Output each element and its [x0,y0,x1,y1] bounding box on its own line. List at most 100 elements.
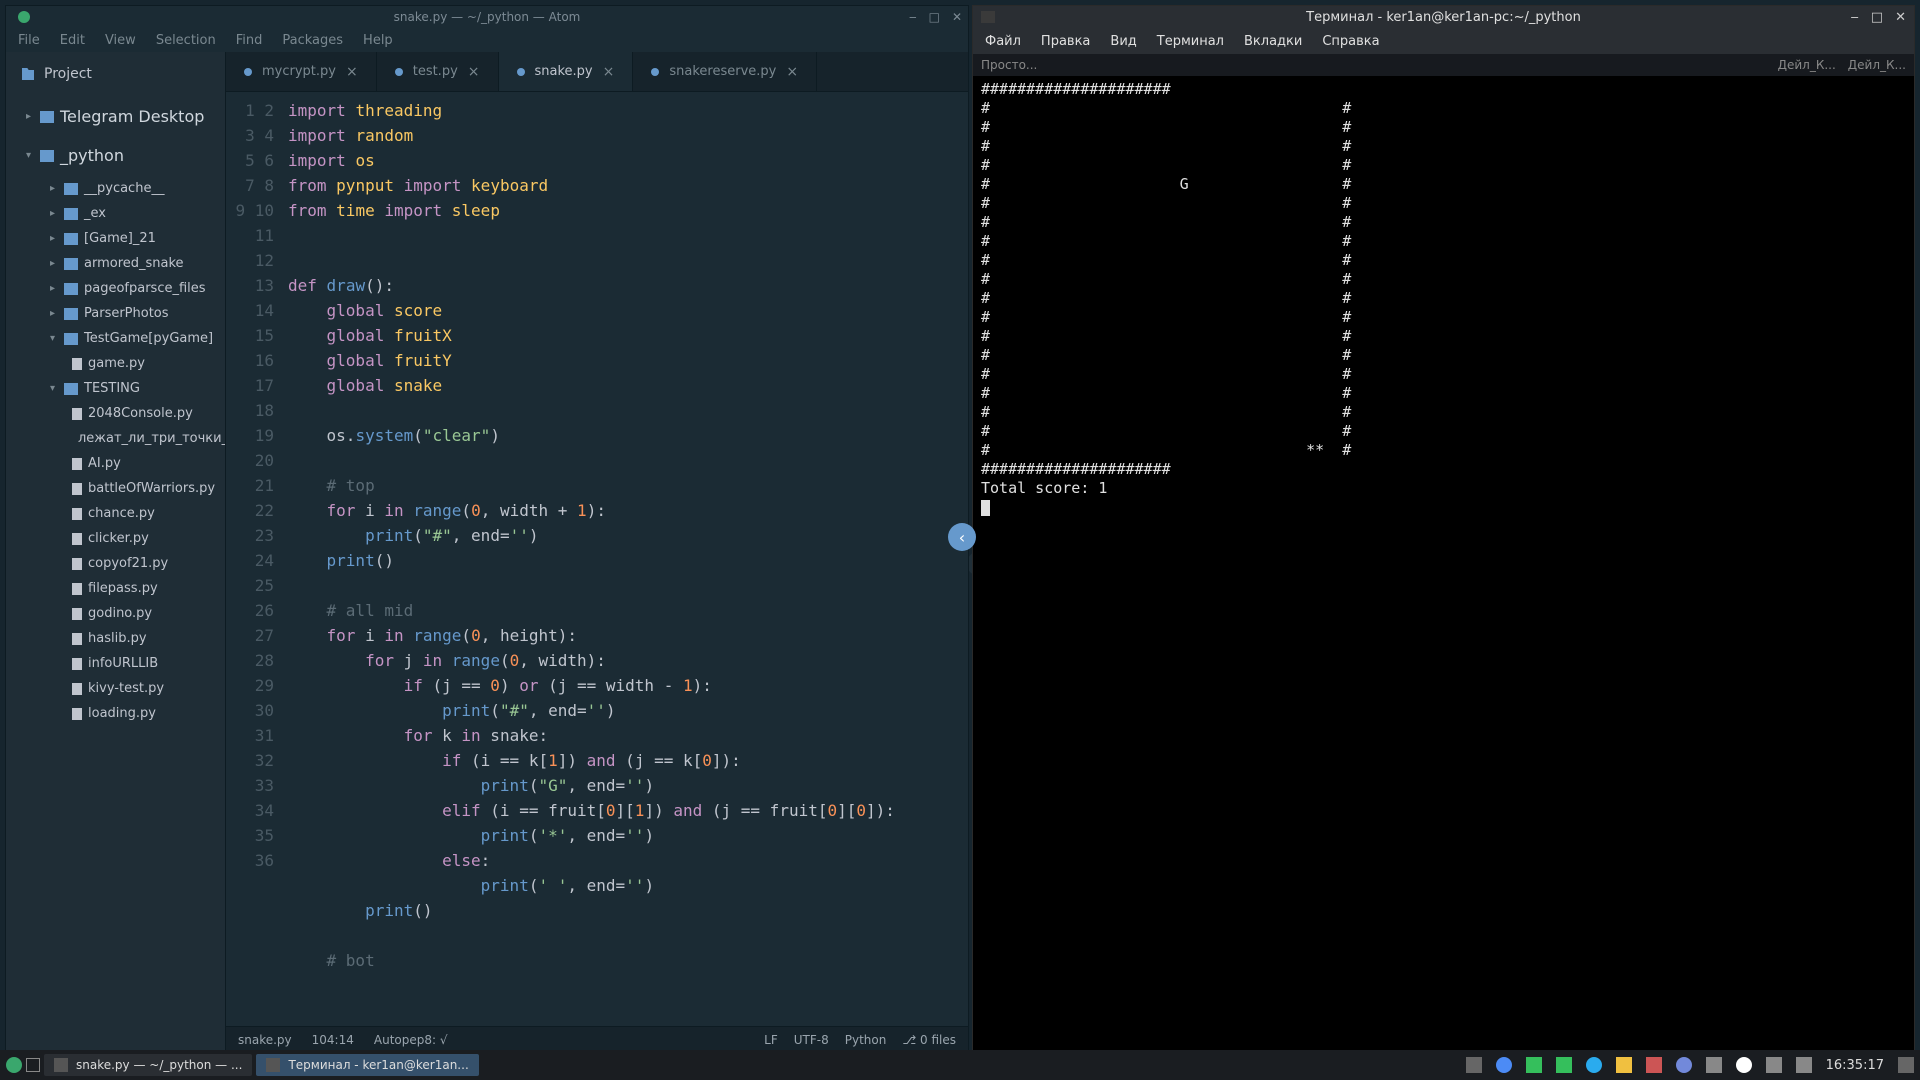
system-tray: 16:35:17 [1466,1057,1914,1073]
tray-update-icon[interactable] [1556,1057,1572,1073]
status-cursor-pos[interactable]: 104:14 [312,1033,354,1047]
modified-dot-icon [517,68,525,76]
tray-network-icon[interactable] [1766,1057,1782,1073]
taskbar-app-atom[interactable]: snake.py — ~/_python — ... [44,1054,252,1076]
tree-file[interactable]: battleOfWarriors.py [6,476,225,501]
tray-keyboard-icon[interactable] [1466,1057,1482,1073]
menu-selection[interactable]: Selection [156,33,216,48]
show-desktop-icon[interactable] [26,1058,40,1072]
tree-file[interactable]: clicker.py [6,526,225,551]
line-gutter: 1 2 3 4 5 6 7 8 9 10 11 12 13 14 15 16 1… [226,92,288,1026]
menu-packages[interactable]: Packages [282,33,343,48]
terminal-close-icon[interactable]: ✕ [1895,10,1906,25]
tray-manjaro-icon[interactable] [1526,1057,1542,1073]
atom-menubar: File Edit View Selection Find Packages H… [6,28,968,52]
terminal-titlebar[interactable]: Терминал - ker1an@ker1an-pc:~/_python ‒ … [973,6,1914,28]
tree-file[interactable]: 2048Console.py [6,401,225,426]
menu-file[interactable]: File [18,33,40,48]
tree-folder-testing[interactable]: ▾TESTING [6,376,225,401]
terminal-session-tab[interactable]: Просто... [981,58,1037,72]
tray-battery-icon[interactable] [1706,1057,1722,1073]
tray-volume-icon[interactable] [1796,1057,1812,1073]
status-autopep[interactable]: Autopep8: √ [374,1033,448,1047]
close-icon[interactable]: × [786,64,798,80]
tray-notifications-icon[interactable] [1898,1057,1914,1073]
menu-edit[interactable]: Edit [60,33,85,48]
tree-file[interactable]: godino.py [6,601,225,626]
atom-close-icon[interactable]: ✕ [952,10,962,24]
tree-folder[interactable]: ▸pageofparsce_files [6,276,225,301]
term-menu-edit[interactable]: Правка [1041,34,1090,49]
atom-icon [54,1058,68,1072]
term-menu-view[interactable]: Вид [1110,34,1136,49]
tree-file[interactable]: game.py [6,351,225,376]
taskbar-app-terminal[interactable]: Терминал - ker1an@ker1an... [256,1054,478,1076]
terminal-session-tab[interactable]: Дейл_К... [1778,58,1836,72]
menu-help[interactable]: Help [363,33,393,48]
terminal-app-icon [981,11,995,23]
atom-maximize-icon[interactable]: □ [929,10,940,24]
tree-file[interactable]: filepass.py [6,576,225,601]
atom-github-collapse-icon[interactable]: ‹ [948,523,976,551]
project-header[interactable]: Project [6,56,225,92]
menu-find[interactable]: Find [236,33,263,48]
atom-project-sidebar: Project ▸Telegram Desktop ▾_python ▸__py… [6,52,226,1052]
term-menu-file[interactable]: Файл [985,34,1021,49]
modified-dot-icon [651,68,659,76]
atom-app-icon [18,11,30,23]
terminal-output[interactable]: ##################### # # # # # # # # # [973,76,1914,1052]
tab-snake[interactable]: snake.py× [499,52,634,91]
terminal-window-title: Терминал - ker1an@ker1an-pc:~/_python [1306,10,1581,25]
menu-view[interactable]: View [105,33,136,48]
tree-file[interactable]: copyof21.py [6,551,225,576]
status-git[interactable]: ⎇ 0 files [902,1033,956,1047]
terminal-cursor [981,500,990,516]
tray-discord-icon[interactable] [1676,1057,1692,1073]
tree-folder[interactable]: ▸ParserPhotos [6,301,225,326]
tree-folder[interactable]: ▸[Game]_21 [6,226,225,251]
tab-snakereserve[interactable]: snakereserve.py× [633,52,817,91]
atom-titlebar[interactable]: snake.py — ~/_python — Atom ‒ □ ✕ [6,6,968,28]
tree-root-python[interactable]: ▾_python [6,141,225,170]
status-encoding[interactable]: UTF-8 [794,1033,829,1047]
tree-file[interactable]: haslib.py [6,626,225,651]
atom-minimize-icon[interactable]: ‒ [909,10,917,24]
terminal-minimize-icon[interactable]: ‒ [1851,10,1859,25]
taskbar-clock[interactable]: 16:35:17 [1826,1058,1884,1073]
code-content[interactable]: import threading import random import os… [288,92,968,1026]
tree-file[interactable]: AI.py [6,451,225,476]
tree-file[interactable]: kivy-test.py [6,676,225,701]
term-menu-tabs[interactable]: Вкладки [1244,34,1302,49]
terminal-icon [266,1058,280,1072]
tray-shield-icon[interactable] [1736,1057,1752,1073]
tray-chrome-icon[interactable] [1496,1057,1512,1073]
close-icon[interactable]: × [468,64,480,80]
taskbar: snake.py — ~/_python — ... Терминал - ke… [0,1050,1920,1080]
tree-folder[interactable]: ▸__pycache__ [6,176,225,201]
modified-dot-icon [395,68,403,76]
status-file[interactable]: snake.py [238,1033,292,1047]
tree-folder-testgame[interactable]: ▾TestGame[pyGame] [6,326,225,351]
start-menu-icon[interactable] [6,1057,22,1073]
status-language[interactable]: Python [845,1033,887,1047]
tree-folder[interactable]: ▸_ex [6,201,225,226]
tray-notes-icon[interactable] [1616,1057,1632,1073]
close-icon[interactable]: × [603,64,615,80]
tree-file[interactable]: infoURLLIB [6,651,225,676]
tree-folder[interactable]: ▸armored_snake [6,251,225,276]
tab-mycrypt[interactable]: mycrypt.py× [226,52,377,91]
status-lf[interactable]: LF [764,1033,778,1047]
term-menu-help[interactable]: Справка [1322,34,1379,49]
atom-code-editor[interactable]: 1 2 3 4 5 6 7 8 9 10 11 12 13 14 15 16 1… [226,92,968,1026]
close-icon[interactable]: × [346,64,358,80]
tree-file[interactable]: chance.py [6,501,225,526]
tree-file[interactable]: loading.py [6,701,225,726]
tray-telegram-icon[interactable] [1586,1057,1602,1073]
tree-root-telegram[interactable]: ▸Telegram Desktop [6,102,225,131]
tray-clipboard-icon[interactable] [1646,1057,1662,1073]
tree-file[interactable]: лежат_ли_три_точки_ [6,426,225,451]
terminal-maximize-icon[interactable]: □ [1871,10,1883,25]
tab-test[interactable]: test.py× [377,52,499,91]
terminal-session-tab[interactable]: Дейл_К... [1848,58,1906,72]
term-menu-terminal[interactable]: Терминал [1157,34,1224,49]
